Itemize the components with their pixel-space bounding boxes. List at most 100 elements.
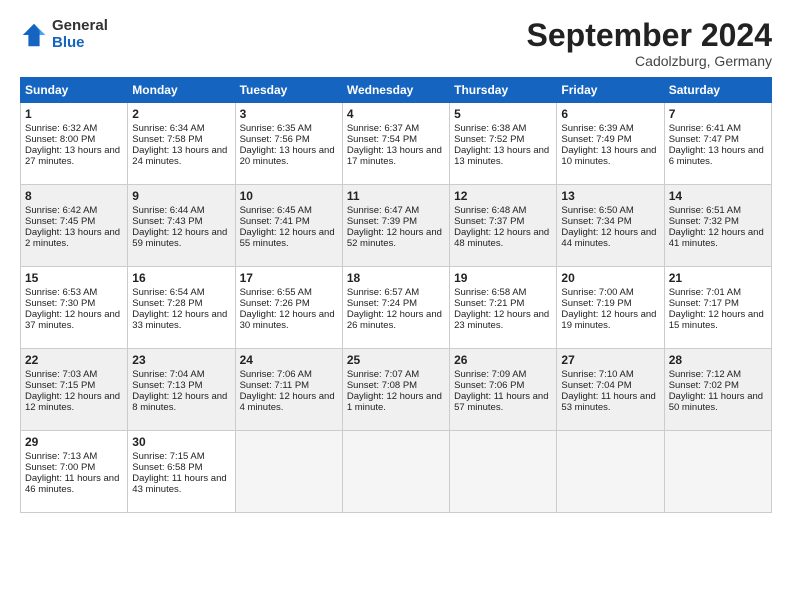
daylight-label: Daylight: 12 hours and 12 minutes. — [25, 391, 120, 413]
sunrise-label: Sunrise: 6:42 AM — [25, 205, 97, 216]
table-row — [450, 431, 557, 513]
sunrise-label: Sunrise: 6:37 AM — [347, 123, 419, 134]
sunrise-label: Sunrise: 7:12 AM — [669, 369, 741, 380]
table-row: 13 Sunrise: 6:50 AM Sunset: 7:34 PM Dayl… — [557, 185, 664, 267]
table-row: 17 Sunrise: 6:55 AM Sunset: 7:26 PM Dayl… — [235, 267, 342, 349]
day-number: 13 — [561, 189, 659, 203]
table-row: 4 Sunrise: 6:37 AM Sunset: 7:54 PM Dayli… — [342, 103, 449, 185]
calendar-week-row: 1 Sunrise: 6:32 AM Sunset: 8:00 PM Dayli… — [21, 103, 772, 185]
sunset-label: Sunset: 7:17 PM — [669, 298, 739, 309]
sunset-label: Sunset: 7:30 PM — [25, 298, 95, 309]
table-row: 23 Sunrise: 7:04 AM Sunset: 7:13 PM Dayl… — [128, 349, 235, 431]
day-number: 8 — [25, 189, 123, 203]
sunset-label: Sunset: 7:08 PM — [347, 380, 417, 391]
table-row: 8 Sunrise: 6:42 AM Sunset: 7:45 PM Dayli… — [21, 185, 128, 267]
day-number: 1 — [25, 107, 123, 121]
daylight-label: Daylight: 12 hours and 41 minutes. — [669, 227, 764, 249]
sunset-label: Sunset: 7:32 PM — [669, 216, 739, 227]
daylight-label: Daylight: 12 hours and 44 minutes. — [561, 227, 656, 249]
daylight-label: Daylight: 12 hours and 23 minutes. — [454, 309, 549, 331]
sunset-label: Sunset: 7:13 PM — [132, 380, 202, 391]
sunrise-label: Sunrise: 6:32 AM — [25, 123, 97, 134]
daylight-label: Daylight: 11 hours and 43 minutes. — [132, 473, 226, 495]
calendar-week-row: 22 Sunrise: 7:03 AM Sunset: 7:15 PM Dayl… — [21, 349, 772, 431]
sunrise-label: Sunrise: 7:09 AM — [454, 369, 526, 380]
day-number: 7 — [669, 107, 767, 121]
daylight-label: Daylight: 13 hours and 17 minutes. — [347, 145, 442, 167]
sunset-label: Sunset: 8:00 PM — [25, 134, 95, 145]
daylight-label: Daylight: 13 hours and 13 minutes. — [454, 145, 549, 167]
day-number: 9 — [132, 189, 230, 203]
table-row: 24 Sunrise: 7:06 AM Sunset: 7:11 PM Dayl… — [235, 349, 342, 431]
sunrise-label: Sunrise: 6:39 AM — [561, 123, 633, 134]
day-number: 10 — [240, 189, 338, 203]
day-number: 16 — [132, 271, 230, 285]
sunrise-label: Sunrise: 6:50 AM — [561, 205, 633, 216]
daylight-label: Daylight: 11 hours and 53 minutes. — [561, 391, 655, 413]
daylight-label: Daylight: 12 hours and 1 minute. — [347, 391, 442, 413]
table-row: 29 Sunrise: 7:13 AM Sunset: 7:00 PM Dayl… — [21, 431, 128, 513]
sunrise-label: Sunrise: 6:57 AM — [347, 287, 419, 298]
location: Cadolzburg, Germany — [527, 53, 772, 69]
day-number: 17 — [240, 271, 338, 285]
table-row: 10 Sunrise: 6:45 AM Sunset: 7:41 PM Dayl… — [235, 185, 342, 267]
sunset-label: Sunset: 7:58 PM — [132, 134, 202, 145]
daylight-label: Daylight: 11 hours and 50 minutes. — [669, 391, 763, 413]
daylight-label: Daylight: 11 hours and 46 minutes. — [25, 473, 119, 495]
sunset-label: Sunset: 7:43 PM — [132, 216, 202, 227]
sunrise-label: Sunrise: 7:15 AM — [132, 451, 204, 462]
daylight-label: Daylight: 12 hours and 48 minutes. — [454, 227, 549, 249]
col-friday: Friday — [557, 78, 664, 103]
day-number: 22 — [25, 353, 123, 367]
sunrise-label: Sunrise: 6:44 AM — [132, 205, 204, 216]
sunset-label: Sunset: 7:21 PM — [454, 298, 524, 309]
day-number: 26 — [454, 353, 552, 367]
day-number: 5 — [454, 107, 552, 121]
title-block: September 2024 Cadolzburg, Germany — [527, 18, 772, 69]
calendar-week-row: 8 Sunrise: 6:42 AM Sunset: 7:45 PM Dayli… — [21, 185, 772, 267]
day-number: 25 — [347, 353, 445, 367]
sunset-label: Sunset: 7:04 PM — [561, 380, 631, 391]
day-number: 24 — [240, 353, 338, 367]
sunrise-label: Sunrise: 6:58 AM — [454, 287, 526, 298]
day-number: 28 — [669, 353, 767, 367]
col-sunday: Sunday — [21, 78, 128, 103]
sunset-label: Sunset: 7:28 PM — [132, 298, 202, 309]
logo-icon — [20, 21, 48, 49]
table-row: 1 Sunrise: 6:32 AM Sunset: 8:00 PM Dayli… — [21, 103, 128, 185]
daylight-label: Daylight: 12 hours and 30 minutes. — [240, 309, 335, 331]
sunset-label: Sunset: 7:56 PM — [240, 134, 310, 145]
sunset-label: Sunset: 7:02 PM — [669, 380, 739, 391]
col-saturday: Saturday — [664, 78, 771, 103]
daylight-label: Daylight: 12 hours and 55 minutes. — [240, 227, 335, 249]
sunrise-label: Sunrise: 7:10 AM — [561, 369, 633, 380]
calendar-week-row: 15 Sunrise: 6:53 AM Sunset: 7:30 PM Dayl… — [21, 267, 772, 349]
table-row: 18 Sunrise: 6:57 AM Sunset: 7:24 PM Dayl… — [342, 267, 449, 349]
sunrise-label: Sunrise: 7:06 AM — [240, 369, 312, 380]
day-number: 14 — [669, 189, 767, 203]
table-row: 22 Sunrise: 7:03 AM Sunset: 7:15 PM Dayl… — [21, 349, 128, 431]
sunset-label: Sunset: 7:45 PM — [25, 216, 95, 227]
sunset-label: Sunset: 7:34 PM — [561, 216, 631, 227]
sunset-label: Sunset: 7:06 PM — [454, 380, 524, 391]
sunset-label: Sunset: 7:49 PM — [561, 134, 631, 145]
day-number: 4 — [347, 107, 445, 121]
table-row: 28 Sunrise: 7:12 AM Sunset: 7:02 PM Dayl… — [664, 349, 771, 431]
sunrise-label: Sunrise: 6:48 AM — [454, 205, 526, 216]
page: General Blue September 2024 Cadolzburg, … — [0, 0, 792, 612]
daylight-label: Daylight: 11 hours and 57 minutes. — [454, 391, 548, 413]
sunset-label: Sunset: 7:52 PM — [454, 134, 524, 145]
logo-general-text: General — [52, 18, 108, 35]
daylight-label: Daylight: 13 hours and 20 minutes. — [240, 145, 335, 167]
sunrise-label: Sunrise: 6:55 AM — [240, 287, 312, 298]
logo: General Blue — [20, 18, 108, 51]
day-number: 21 — [669, 271, 767, 285]
sunrise-label: Sunrise: 7:04 AM — [132, 369, 204, 380]
daylight-label: Daylight: 12 hours and 52 minutes. — [347, 227, 442, 249]
header: General Blue September 2024 Cadolzburg, … — [20, 18, 772, 69]
sunrise-label: Sunrise: 6:45 AM — [240, 205, 312, 216]
calendar-table: Sunday Monday Tuesday Wednesday Thursday… — [20, 77, 772, 513]
sunset-label: Sunset: 7:26 PM — [240, 298, 310, 309]
sunrise-label: Sunrise: 6:51 AM — [669, 205, 741, 216]
table-row — [664, 431, 771, 513]
